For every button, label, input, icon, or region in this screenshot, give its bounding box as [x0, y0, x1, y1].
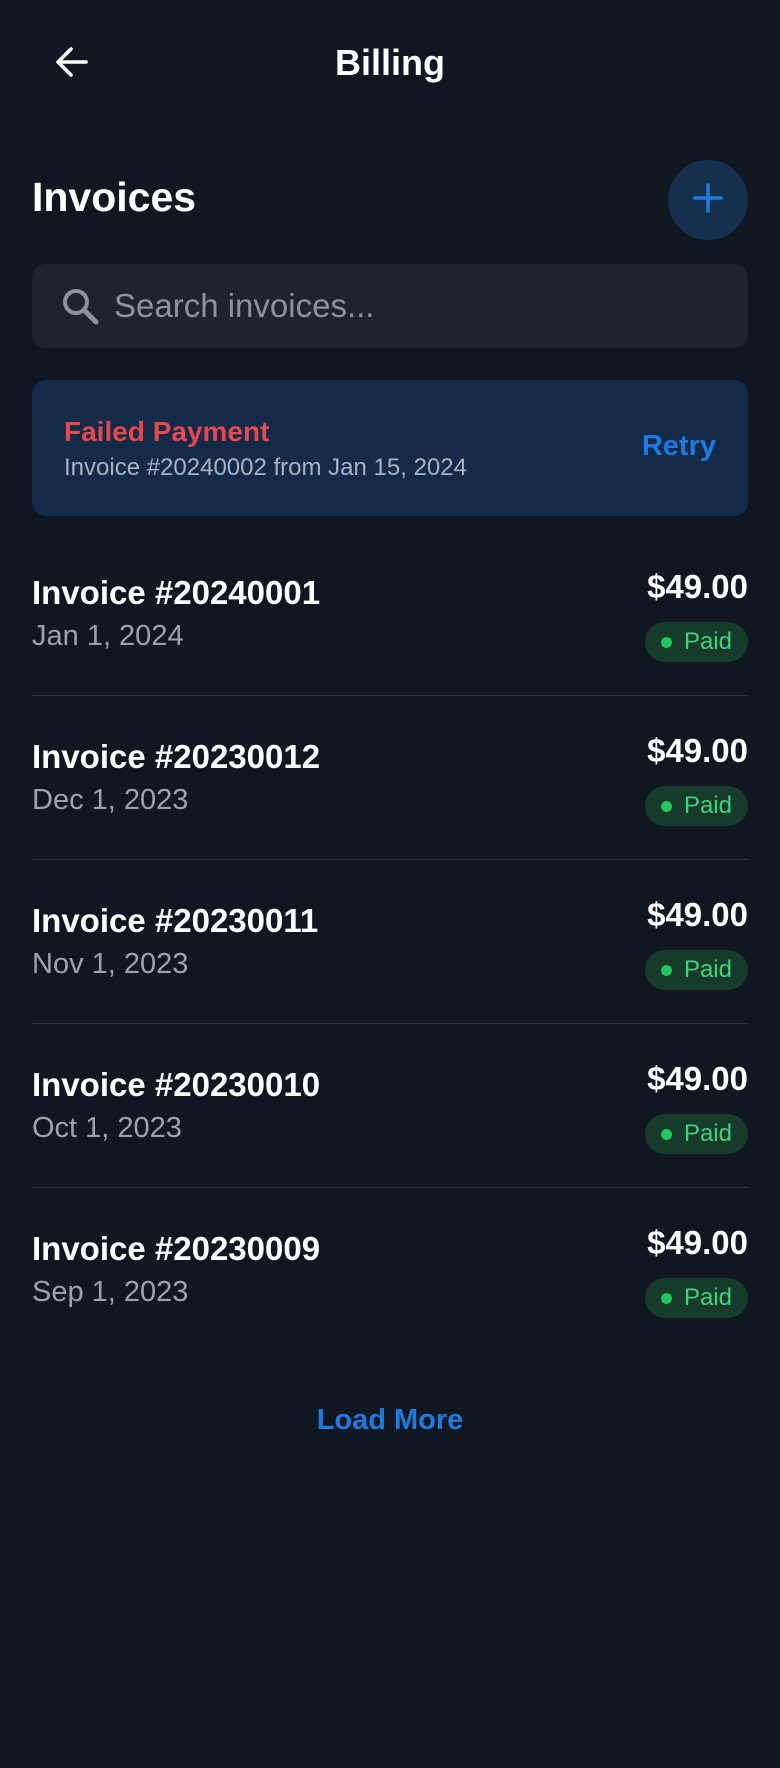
- invoice-amount: $49.00: [647, 1060, 748, 1097]
- status-badge: Paid: [644, 950, 748, 990]
- invoice-number: Invoice #20230010: [32, 1066, 321, 1103]
- status-badge: Paid: [644, 786, 748, 826]
- invoice-number: Invoice #20230011: [32, 902, 319, 939]
- status-label: Paid: [683, 792, 732, 819]
- status-badge: Paid: [644, 1278, 748, 1318]
- page-title: Billing: [335, 42, 445, 83]
- invoice-amount: $49.00: [647, 568, 748, 605]
- invoices-heading: Invoices: [32, 174, 197, 220]
- invoice-date: Sep 1, 2023: [32, 1276, 189, 1308]
- invoice-amount: $49.00: [647, 896, 748, 933]
- billing-screen: Billing Invoices Failed Payment Invoice …: [0, 0, 780, 1768]
- invoice-amount: $49.00: [647, 1224, 748, 1261]
- invoice-row[interactable]: Invoice #20230012 Dec 1, 2023 $49.00 Pai…: [32, 696, 748, 860]
- invoice-date: Nov 1, 2023: [32, 948, 189, 980]
- invoice-date: Jan 1, 2024: [32, 620, 184, 652]
- retry-button[interactable]: Retry: [642, 430, 716, 463]
- search-input[interactable]: [114, 264, 714, 348]
- status-label: Paid: [683, 1284, 732, 1311]
- status-dot-icon: [660, 800, 672, 812]
- status-dot-icon: [660, 964, 672, 976]
- search-icon: [60, 286, 100, 326]
- invoice-number: Invoice #20240001: [32, 574, 321, 611]
- status-badge: Paid: [644, 1114, 748, 1154]
- status-badge: Paid: [644, 622, 748, 662]
- invoice-number: Invoice #20230009: [32, 1230, 321, 1267]
- search-bar: [32, 264, 748, 348]
- top-bar: Billing: [0, 0, 780, 130]
- invoice-row[interactable]: Invoice #20230009 Sep 1, 2023 $49.00 Pai…: [32, 1188, 748, 1351]
- invoice-list: Invoice #20240001 Jan 1, 2024 $49.00 Pai…: [32, 532, 748, 1351]
- invoice-row[interactable]: Invoice #20240001 Jan 1, 2024 $49.00 Pai…: [32, 532, 748, 696]
- alert-message: Invoice #20240002 from Jan 15, 2024: [64, 454, 467, 481]
- status-dot-icon: [660, 636, 672, 648]
- invoice-row[interactable]: Invoice #20230010 Oct 1, 2023 $49.00 Pai…: [32, 1024, 748, 1188]
- invoice-number: Invoice #20230012: [32, 738, 321, 775]
- status-label: Paid: [683, 956, 732, 983]
- failed-payment-alert: Failed Payment Invoice #20240002 from Ja…: [32, 380, 748, 516]
- status-dot-icon: [660, 1292, 672, 1304]
- status-label: Paid: [683, 1120, 732, 1147]
- invoice-amount: $49.00: [647, 732, 748, 769]
- invoice-date: Oct 1, 2023: [32, 1112, 182, 1144]
- status-label: Paid: [683, 628, 732, 655]
- invoice-row[interactable]: Invoice #20230011 Nov 1, 2023 $49.00 Pai…: [32, 860, 748, 1024]
- plus-icon: [692, 182, 724, 219]
- invoice-date: Dec 1, 2023: [32, 784, 189, 816]
- add-invoice-button[interactable]: [668, 160, 748, 240]
- load-more-button[interactable]: Load More: [0, 1404, 780, 1437]
- alert-title: Failed Payment: [64, 416, 270, 447]
- status-dot-icon: [660, 1128, 672, 1140]
